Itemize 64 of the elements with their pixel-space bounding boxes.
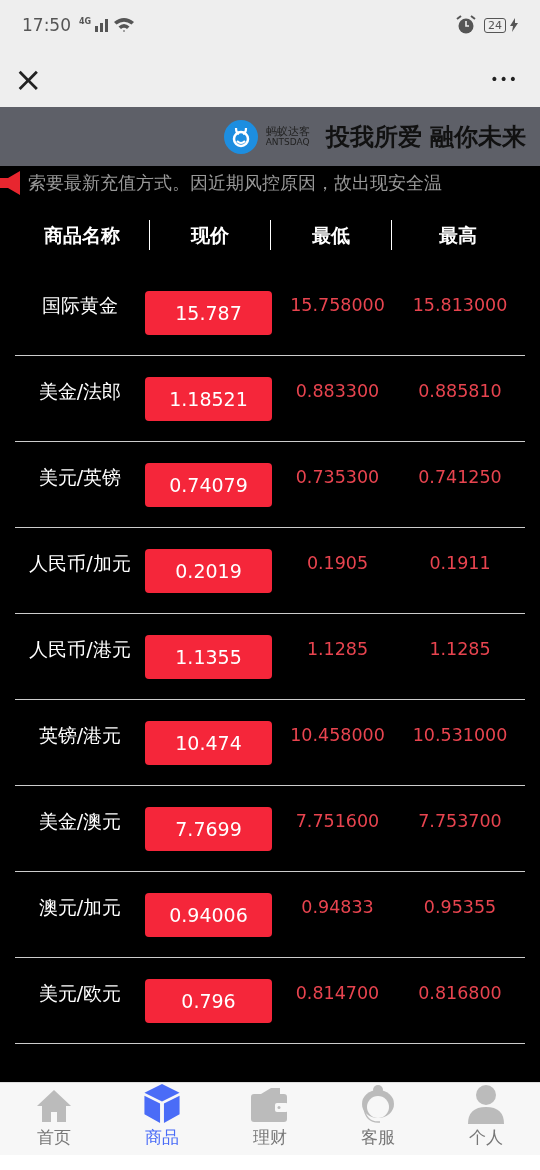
column-header: 商品名称 xyxy=(15,220,151,250)
alarm-icon xyxy=(456,15,476,35)
person-icon xyxy=(468,1084,504,1124)
charging-icon xyxy=(510,18,518,32)
low-price: 0.94833 xyxy=(300,896,375,917)
nav-tab[interactable]: 商品 xyxy=(108,1083,216,1155)
low-price: 0.814700 xyxy=(294,982,381,1003)
low-price: 7.751600 xyxy=(294,810,381,831)
nav-tab[interactable]: 理财 xyxy=(216,1083,324,1155)
notice-text: 索要最新充值方式。因近期风控原因，故出现安全温 xyxy=(28,171,442,195)
high-price: 0.741250 xyxy=(417,466,503,487)
price-button[interactable]: 0.796 xyxy=(145,978,272,1023)
product-name: 美金/法郎 xyxy=(37,378,123,404)
signal-icon xyxy=(95,18,110,32)
product-name: 英镑/港元 xyxy=(37,722,123,748)
high-price: 0.885810 xyxy=(417,380,503,401)
battery-level: 24 xyxy=(484,17,506,33)
price-button[interactable]: 15.787 xyxy=(145,290,272,335)
product-name: 澳元/加元 xyxy=(37,894,123,920)
wifi-icon xyxy=(113,17,136,33)
wallet-icon xyxy=(251,1088,289,1124)
price-button[interactable]: 10.474 xyxy=(145,720,272,765)
low-price: 15.758000 xyxy=(289,294,386,315)
price-button[interactable]: 1.1355 xyxy=(145,634,272,679)
home-icon xyxy=(36,1088,72,1124)
high-price: 0.816800 xyxy=(417,982,503,1003)
high-price: 0.95355 xyxy=(422,896,498,917)
high-price: 7.753700 xyxy=(417,810,503,831)
status-time: 17:50 xyxy=(22,15,71,35)
nav-tab[interactable]: 个人 xyxy=(432,1083,540,1155)
product-name: 国际黄金 xyxy=(41,292,119,318)
high-price: 10.531000 xyxy=(411,724,509,745)
cube-icon xyxy=(143,1083,181,1124)
low-price: 10.458000 xyxy=(289,724,386,745)
product-name: 美金/澳元 xyxy=(37,808,123,834)
close-button[interactable]: × xyxy=(14,61,43,96)
speaker-icon xyxy=(0,171,22,195)
product-name: 人民币/港元 xyxy=(28,636,132,662)
price-button[interactable]: 7.7699 xyxy=(145,806,272,851)
column-header: 现价 xyxy=(150,220,271,250)
product-name: 美元/欧元 xyxy=(37,980,123,1006)
brand-name: 蚂蚁达客 xyxy=(265,125,310,138)
price-button[interactable]: 0.94006 xyxy=(145,892,272,937)
high-price: 1.1285 xyxy=(428,638,492,659)
nav-tab[interactable]: 客服 xyxy=(324,1083,432,1155)
low-price: 0.1905 xyxy=(305,552,370,573)
low-price: 1.1285 xyxy=(305,638,370,659)
high-price: 15.813000 xyxy=(411,294,509,315)
network-label: 4G xyxy=(79,16,92,26)
nav-tab[interactable]: 首页 xyxy=(0,1083,108,1155)
column-header: 最低 xyxy=(270,220,392,250)
slogan: 投我所爱 融你未来 xyxy=(325,121,526,153)
high-price: 0.1911 xyxy=(428,552,492,573)
column-header: 最高 xyxy=(438,223,479,248)
price-button[interactable]: 1.18521 xyxy=(145,376,272,421)
low-price: 0.883300 xyxy=(294,380,381,401)
logo-icon xyxy=(223,119,258,154)
brand-name-latin: ANTSDAQ xyxy=(265,137,310,148)
product-name: 美元/英镑 xyxy=(37,464,123,490)
more-button[interactable]: ••• xyxy=(490,70,518,87)
price-button[interactable]: 0.74079 xyxy=(145,462,272,507)
product-name: 人民币/加元 xyxy=(28,550,132,576)
low-price: 0.735300 xyxy=(294,466,381,487)
price-button[interactable]: 0.2019 xyxy=(145,548,272,593)
